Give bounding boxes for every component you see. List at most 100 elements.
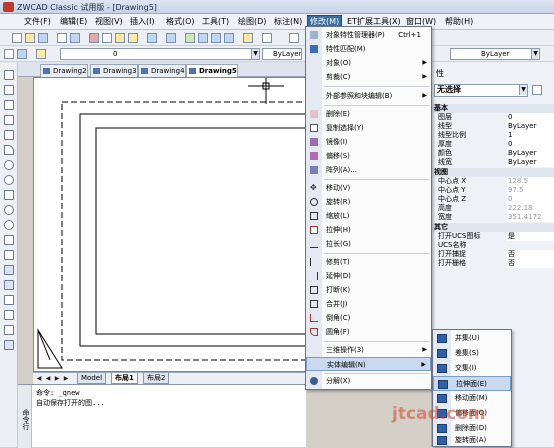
last-tab-icon[interactable]: ▶: [62, 374, 70, 383]
spline-icon[interactable]: [4, 190, 14, 200]
layer-manager-icon[interactable]: [4, 49, 14, 59]
polygon-icon[interactable]: [4, 115, 14, 125]
arc-icon[interactable]: [4, 145, 14, 155]
menu-item-properties[interactable]: 对象特性管理器(P) Ctrl+1: [306, 28, 431, 42]
layer-state-icon[interactable]: [289, 33, 299, 43]
menu-item-rotate[interactable]: 旋转(R): [306, 195, 431, 209]
menu-item-clip[interactable]: 剪裁(C) ▶: [306, 70, 431, 84]
group-view[interactable]: 视图: [432, 168, 554, 177]
menu-insert[interactable]: 插入(I): [128, 16, 157, 28]
layer-previous-icon[interactable]: [17, 49, 27, 59]
tab-layout2[interactable]: 布局2: [143, 373, 170, 384]
group-other[interactable]: 其它: [432, 223, 554, 232]
ray-icon[interactable]: [4, 85, 14, 95]
circle-icon[interactable]: [4, 160, 14, 170]
tab-drawing5[interactable]: Drawing5: [186, 64, 238, 77]
paste-icon[interactable]: [115, 33, 125, 43]
insert-block-icon[interactable]: [4, 235, 14, 245]
tab-model[interactable]: Model: [77, 373, 107, 384]
menu-item-xref-block-edit[interactable]: 外部参照和块编辑(B) ▶: [306, 89, 431, 103]
tab-layout1[interactable]: 布局1: [111, 373, 138, 384]
group-basic[interactable]: 基本: [432, 104, 554, 113]
menu-item-move[interactable]: ✥ 移动(V): [306, 181, 431, 195]
prop-value[interactable]: ByLayer: [507, 149, 554, 158]
menu-help[interactable]: 帮助(H): [443, 16, 475, 28]
match-brush-toolbar-icon[interactable]: [128, 33, 138, 43]
menu-item-explode[interactable]: 分解(X): [306, 374, 431, 388]
menu-item-scale[interactable]: 缩放(L): [306, 209, 431, 223]
menu-edit[interactable]: 编辑(E): [58, 16, 89, 28]
submenu-item-extrude-faces[interactable]: 拉伸面(E): [433, 376, 511, 391]
new-file-icon[interactable]: [12, 33, 22, 43]
rectangle-icon[interactable]: [4, 130, 14, 140]
menu-item-break[interactable]: 打断(K): [306, 283, 431, 297]
gradient-icon[interactable]: [4, 280, 14, 290]
menu-item-trim[interactable]: 修剪(T): [306, 255, 431, 269]
prop-value[interactable]: 1: [507, 131, 554, 140]
help-icon[interactable]: [243, 33, 253, 43]
prop-value[interactable]: ByLayer: [507, 122, 554, 131]
lightbulb-icon[interactable]: [36, 49, 46, 59]
polyline-icon[interactable]: [4, 100, 14, 110]
line-icon[interactable]: [4, 70, 14, 80]
selection-dropdown[interactable]: 无选择 ▼: [434, 84, 528, 97]
linetype-dropdown[interactable]: ByLayer: [262, 48, 302, 60]
menu-item-array[interactable]: 阵列(A)...: [306, 163, 431, 177]
prop-value[interactable]: 0: [507, 113, 554, 122]
menu-item-offset[interactable]: 偏移(S): [306, 149, 431, 163]
submenu-item-union[interactable]: 并集(U): [433, 331, 511, 346]
undo-icon[interactable]: [147, 33, 157, 43]
prop-value[interactable]: 是: [507, 232, 554, 241]
print-icon[interactable]: [57, 33, 67, 43]
donut-icon[interactable]: [4, 175, 14, 185]
next-tab-icon[interactable]: ▶: [53, 374, 61, 383]
menu-item-mirror[interactable]: 镜像(I): [306, 135, 431, 149]
ellipse-icon[interactable]: [4, 205, 14, 215]
submenu-item-rotate-faces[interactable]: 旋转面(A): [433, 434, 511, 446]
open-folder-icon[interactable]: [25, 33, 35, 43]
menu-item-stretch[interactable]: 拉伸(H): [306, 223, 431, 237]
drawing-canvas[interactable]: [33, 77, 306, 372]
menu-item-match-properties[interactable]: 特性匹配(M): [306, 42, 431, 56]
boundary-icon[interactable]: [4, 325, 14, 335]
zoom-window-icon[interactable]: [211, 33, 221, 43]
menu-item-join[interactable]: 合并(J): [306, 297, 431, 311]
menu-file[interactable]: 文件(F): [22, 16, 53, 28]
menu-view[interactable]: 视图(V): [93, 16, 125, 28]
menu-item-lengthen[interactable]: 拉长(G): [306, 237, 431, 251]
prev-tab-icon[interactable]: ◀: [44, 374, 52, 383]
menu-item-solid-editing[interactable]: 实体编辑(N) ▶: [306, 357, 431, 371]
menu-item-erase[interactable]: 删除(E): [306, 107, 431, 121]
menu-tools[interactable]: 工具(T): [200, 16, 231, 28]
menu-item-extend[interactable]: 延伸(D): [306, 269, 431, 283]
first-tab-icon[interactable]: ◀: [35, 374, 43, 383]
lineweight-dropdown[interactable]: ByLayer ▼: [450, 48, 540, 60]
region-icon[interactable]: [4, 295, 14, 305]
block-icon[interactable]: [262, 33, 272, 43]
layer-dropdown[interactable]: 0 ▼: [60, 48, 260, 60]
tab-drawing3[interactable]: Drawing3: [90, 64, 138, 77]
print-preview-icon[interactable]: [70, 33, 80, 43]
hatch-icon[interactable]: [4, 265, 14, 275]
mtext-icon[interactable]: [4, 340, 14, 350]
menu-format[interactable]: 格式(O): [164, 16, 197, 28]
prop-value[interactable]: 0: [507, 140, 554, 149]
cut-icon[interactable]: [89, 33, 99, 43]
menu-dimension[interactable]: 标注(N): [272, 16, 304, 28]
menu-item-fillet[interactable]: 圆角(F): [306, 325, 431, 339]
prop-value[interactable]: 否: [507, 259, 554, 268]
prop-value[interactable]: ByLayer: [507, 158, 554, 167]
ellipse-arc-icon[interactable]: [4, 220, 14, 230]
pan-icon[interactable]: [185, 33, 195, 43]
command-window[interactable]: 命令行 命令: _qnew 自动保存打开的图...: [18, 384, 306, 448]
submenu-item-subtract[interactable]: 差集(S): [433, 346, 511, 361]
tab-drawing4[interactable]: Drawing4: [138, 64, 186, 77]
prop-value[interactable]: 否: [507, 250, 554, 259]
tab-drawing2[interactable]: Drawing2: [40, 64, 88, 77]
table-icon[interactable]: [4, 310, 14, 320]
save-icon[interactable]: [38, 33, 48, 43]
copy-clip-icon[interactable]: [102, 33, 112, 43]
menu-item-copy[interactable]: 复制选择(Y): [306, 121, 431, 135]
menu-draw[interactable]: 绘图(D): [236, 16, 268, 28]
zoom-previous-icon[interactable]: [224, 33, 234, 43]
